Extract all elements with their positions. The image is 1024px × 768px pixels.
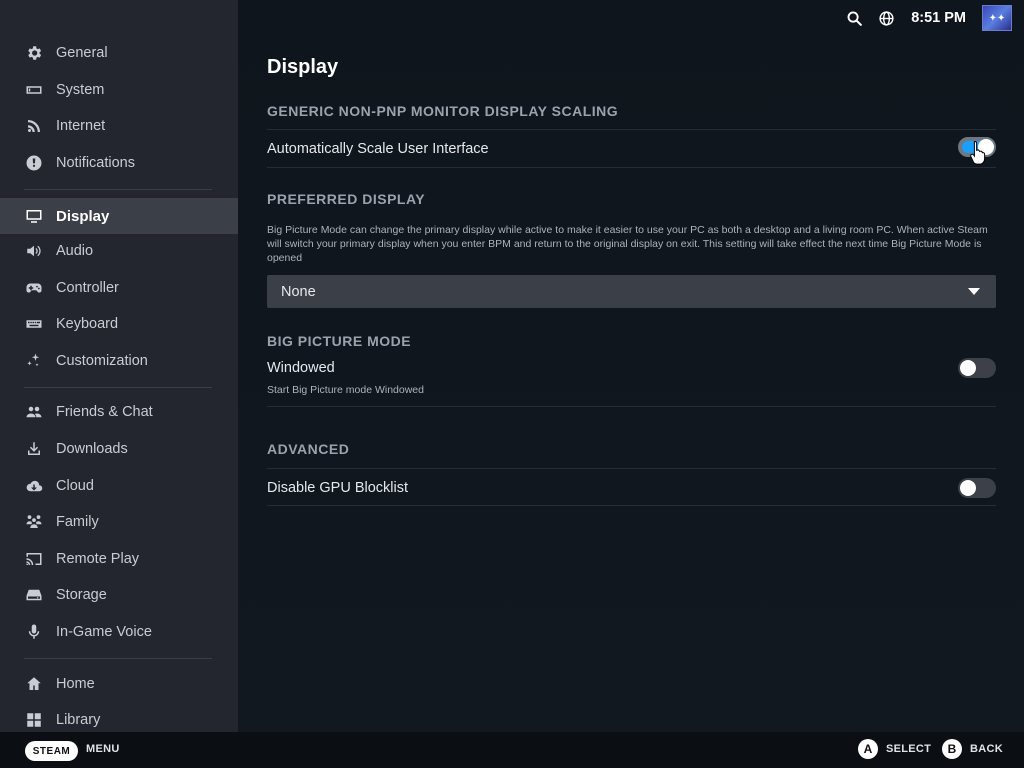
disable-gpu-blocklist-toggle[interactable] bbox=[958, 478, 996, 498]
friends-icon bbox=[24, 402, 44, 422]
avatar[interactable]: ✦✦ bbox=[982, 5, 1012, 31]
section-title-scaling: GENERIC NON-PNP MONITOR DISPLAY SCALING bbox=[267, 103, 619, 119]
sidebar-item-label: Remote Play bbox=[56, 551, 140, 567]
b-button-icon[interactable]: B bbox=[942, 739, 962, 759]
grid-icon bbox=[24, 710, 44, 730]
display-settings-panel: Display GENERIC NON-PNP MONITOR DISPLAY … bbox=[238, 0, 1024, 732]
sidebar-item-controller[interactable]: Controller bbox=[0, 270, 238, 306]
page-title: Display bbox=[267, 56, 339, 78]
sidebar-item-label: Notifications bbox=[56, 155, 135, 171]
section-title-advanced: ADVANCED bbox=[267, 441, 350, 457]
system-icon bbox=[24, 80, 44, 100]
sidebar-item-remote-play[interactable]: Remote Play bbox=[0, 541, 238, 577]
menu-label: MENU bbox=[86, 743, 120, 755]
section-title-preferred-display: PREFERRED DISPLAY bbox=[267, 191, 426, 207]
sidebar-item-audio[interactable]: Audio bbox=[0, 233, 238, 269]
microphone-icon bbox=[24, 622, 44, 642]
sidebar-item-label: Keyboard bbox=[56, 316, 119, 332]
row-divider bbox=[267, 167, 996, 168]
sidebar-item-label: Customization bbox=[56, 353, 148, 369]
sidebar-item-label: In-Game Voice bbox=[56, 624, 152, 640]
sidebar-item-label: General bbox=[56, 45, 108, 61]
sidebar-item-label: System bbox=[56, 82, 105, 98]
home-icon bbox=[24, 674, 44, 694]
family-icon bbox=[24, 512, 44, 532]
sparkle-icon bbox=[24, 351, 44, 371]
section-title-big-picture-mode: BIG PICTURE MODE bbox=[267, 333, 412, 349]
hand-cursor-icon bbox=[970, 140, 986, 165]
sidebar-item-keyboard[interactable]: Keyboard bbox=[0, 306, 238, 342]
sidebar-item-label: Downloads bbox=[56, 441, 128, 457]
disable-gpu-blocklist-label: Disable GPU Blocklist bbox=[267, 480, 409, 496]
sidebar-item-label: Cloud bbox=[56, 478, 94, 494]
sidebar-item-system[interactable]: System bbox=[0, 72, 238, 108]
wifi-icon bbox=[24, 116, 44, 136]
sidebar-item-label: Storage bbox=[56, 587, 107, 603]
cloud-icon bbox=[24, 476, 44, 496]
speaker-icon bbox=[24, 241, 44, 261]
caret-down-icon bbox=[968, 288, 980, 295]
sidebar-item-friends-chat[interactable]: Friends & Chat bbox=[0, 394, 238, 430]
keyboard-icon bbox=[24, 314, 44, 334]
toggle-knob bbox=[960, 480, 976, 496]
steam-button[interactable]: STEAM bbox=[25, 741, 78, 761]
sidebar-item-storage[interactable]: Storage bbox=[0, 577, 238, 613]
sidebar-item-label: Internet bbox=[56, 118, 106, 134]
windowed-toggle[interactable] bbox=[958, 358, 996, 378]
row-divider bbox=[267, 505, 996, 506]
sidebar-divider bbox=[24, 387, 212, 388]
preferred-display-description: Big Picture Mode can change the primary … bbox=[267, 224, 988, 264]
row-divider bbox=[267, 406, 996, 407]
sidebar-item-cloud[interactable]: Cloud bbox=[0, 468, 238, 504]
sidebar-item-family[interactable]: Family bbox=[0, 504, 238, 540]
windowed-label: Windowed bbox=[267, 360, 335, 376]
footer-bar: STEAM MENU A SELECT B BACK bbox=[0, 732, 1024, 768]
sidebar-item-label: Friends & Chat bbox=[56, 404, 153, 420]
select-label: SELECT bbox=[886, 743, 932, 755]
dropdown-selected-value: None bbox=[281, 283, 316, 300]
sidebar-divider bbox=[24, 189, 212, 190]
gear-icon bbox=[24, 43, 44, 63]
preferred-display-dropdown[interactable]: None bbox=[267, 275, 996, 308]
search-icon[interactable] bbox=[845, 9, 863, 27]
sidebar-divider bbox=[24, 658, 212, 659]
windowed-description: Start Big Picture mode Windowed bbox=[267, 384, 424, 396]
sidebar-item-label: Audio bbox=[56, 243, 94, 259]
clock-time: 8:51 PM bbox=[911, 10, 966, 26]
top-status-bar: 8:51 PM ✦✦ bbox=[831, 5, 1012, 31]
download-icon bbox=[24, 439, 44, 459]
sidebar-item-general[interactable]: General bbox=[0, 35, 238, 71]
row-divider bbox=[267, 468, 996, 469]
storage-icon bbox=[24, 585, 44, 605]
auto-scale-label: Automatically Scale User Interface bbox=[267, 141, 489, 157]
sidebar-item-label: Home bbox=[56, 676, 95, 692]
gamepad-icon bbox=[24, 278, 44, 298]
toggle-knob bbox=[960, 360, 976, 376]
alert-icon bbox=[24, 153, 44, 173]
sidebar-item-downloads[interactable]: Downloads bbox=[0, 431, 238, 467]
a-button-icon[interactable]: A bbox=[858, 739, 878, 759]
settings-sidebar: General System Internet Notifications Di… bbox=[0, 0, 238, 732]
sidebar-item-label: Display bbox=[56, 207, 110, 225]
sidebar-item-label: Controller bbox=[56, 280, 119, 296]
sidebar-item-label: Family bbox=[56, 514, 99, 530]
monitor-icon bbox=[24, 206, 44, 226]
avatar-label: ✦✦ bbox=[988, 12, 1006, 24]
globe-icon[interactable] bbox=[877, 9, 895, 27]
cast-icon bbox=[24, 549, 44, 569]
back-label: BACK bbox=[970, 743, 1003, 755]
sidebar-item-display[interactable]: Display bbox=[0, 198, 238, 234]
row-divider bbox=[267, 129, 996, 130]
sidebar-item-label: Library bbox=[56, 712, 101, 728]
sidebar-item-customization[interactable]: Customization bbox=[0, 343, 238, 379]
sidebar-item-internet[interactable]: Internet bbox=[0, 108, 238, 144]
sidebar-item-in-game-voice[interactable]: In-Game Voice bbox=[0, 614, 238, 650]
sidebar-item-notifications[interactable]: Notifications bbox=[0, 145, 238, 181]
sidebar-item-home[interactable]: Home bbox=[0, 666, 238, 702]
